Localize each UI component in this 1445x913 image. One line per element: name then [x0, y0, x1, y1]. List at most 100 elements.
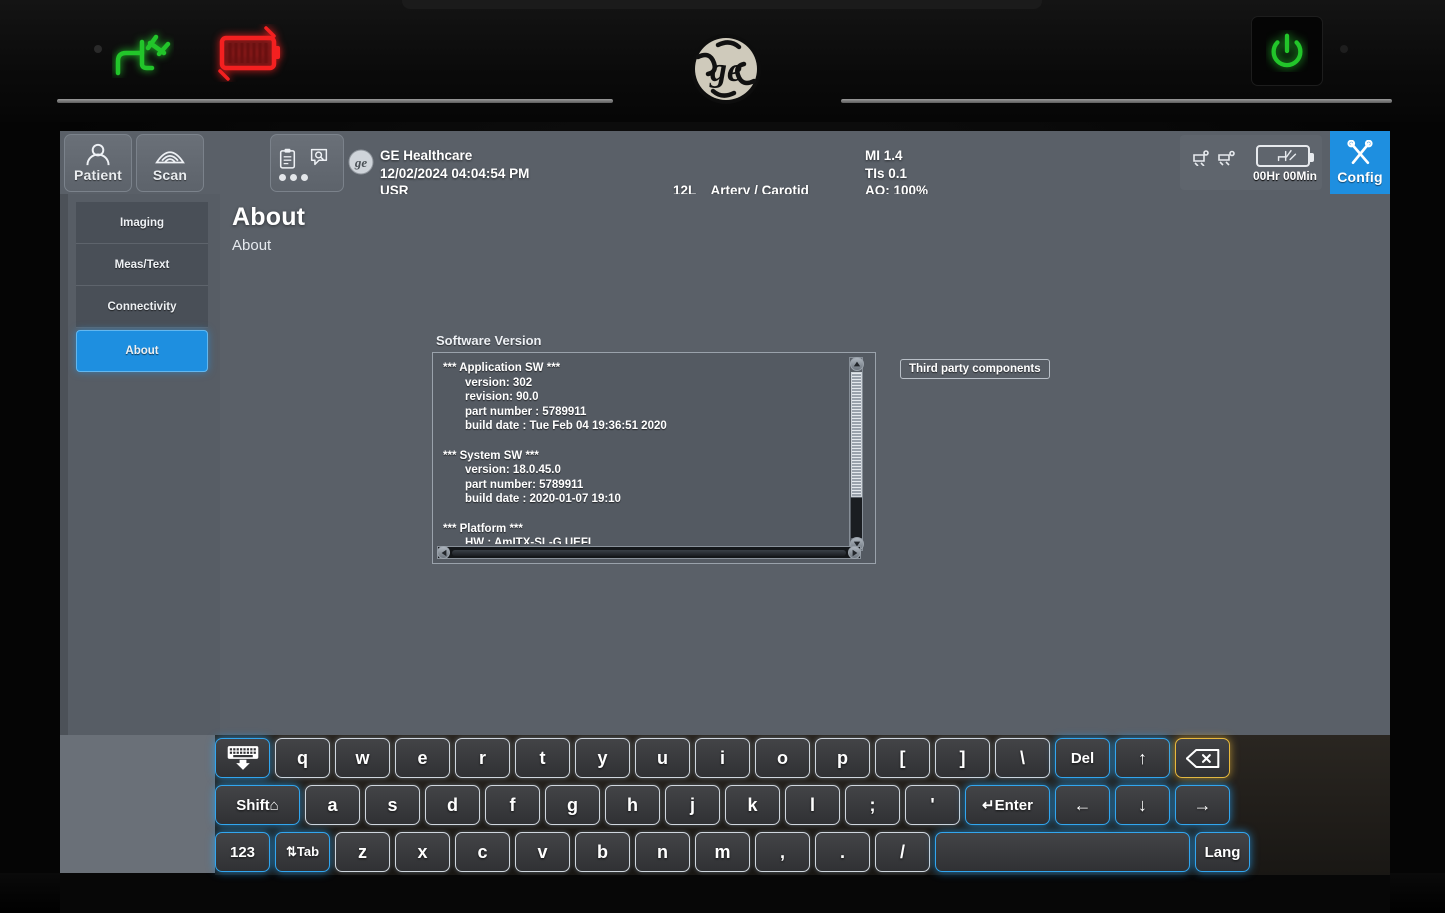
indicator-dot [94, 45, 102, 53]
key-shift[interactable]: Shift⌂ [215, 785, 300, 825]
key-11[interactable]: / [875, 832, 930, 872]
key-label: p [837, 747, 848, 768]
vertical-scrollbar[interactable] [849, 357, 864, 551]
bezel-notch [402, 0, 1042, 9]
tools-tile[interactable] [270, 134, 344, 192]
key-10[interactable]: . [815, 832, 870, 872]
key-12[interactable]: ] [935, 738, 990, 778]
key-v[interactable]: v [515, 832, 570, 872]
key-l[interactable]: l [785, 785, 840, 825]
hide-keyboard-icon [227, 746, 258, 770]
right-bezel [1390, 122, 1445, 913]
key-n[interactable]: n [635, 832, 690, 872]
key-label: n [657, 841, 668, 862]
key-a[interactable]: a [305, 785, 360, 825]
key-t[interactable]: t [515, 738, 570, 778]
key-lang[interactable]: Lang [1195, 832, 1250, 872]
key-label: v [537, 841, 548, 862]
space-key[interactable] [935, 832, 1190, 872]
key-k[interactable]: k [725, 785, 780, 825]
scrollbar-track[interactable] [851, 498, 862, 538]
scroll-right-icon[interactable] [848, 546, 861, 559]
scan-button[interactable]: Scan [136, 134, 204, 192]
key-u[interactable]: u [635, 738, 690, 778]
key-h[interactable]: h [605, 785, 660, 825]
key-p[interactable]: p [815, 738, 870, 778]
ge-logo: ge [688, 31, 764, 107]
ultrasound-probe-icon [155, 151, 185, 164]
key-s[interactable]: s [365, 785, 420, 825]
key-x[interactable]: x [395, 832, 450, 872]
key-13[interactable]: ← [1055, 785, 1110, 825]
key-10[interactable]: ; [845, 785, 900, 825]
key-15[interactable]: → [1175, 785, 1230, 825]
config-label: Config [1337, 169, 1383, 185]
sv-line: version: 302 [465, 376, 533, 389]
key-label: t [539, 747, 546, 768]
sidebar-item-connectivity[interactable]: Connectivity [76, 286, 208, 328]
sv-line: revision: 90.0 [465, 391, 539, 404]
key-label: 123 [229, 843, 256, 861]
patient-button[interactable]: Patient [64, 134, 132, 192]
key-label: Shift⌂ [236, 796, 279, 814]
clipboard-icon[interactable] [279, 148, 296, 169]
key-label: l [809, 794, 815, 815]
search-comment-icon[interactable] [310, 148, 328, 166]
config-button[interactable]: Config [1330, 131, 1390, 194]
software-version-text[interactable]: *** Application SW *** version: 302 revisi… [437, 357, 849, 544]
key-15[interactable]: ↑ [1115, 738, 1170, 778]
more-options-dots[interactable] [279, 173, 308, 181]
key-9[interactable]: , [755, 832, 810, 872]
key-label: Del [1070, 749, 1095, 767]
key-hide-keyboard[interactable] [215, 738, 270, 778]
scroll-left-icon[interactable] [437, 546, 450, 559]
horizontal-scrollbar[interactable] [437, 546, 861, 559]
sv-line: part number : 5789911 [465, 405, 587, 418]
key-label: w [355, 747, 370, 768]
key-123[interactable]: 123 [215, 832, 270, 872]
key-13[interactable]: \ [995, 738, 1050, 778]
key-label: ⇅Tab [285, 844, 320, 859]
key-i[interactable]: i [695, 738, 750, 778]
battery-time-remaining: 00Hr 00Min [1252, 169, 1318, 183]
third-party-components-button[interactable]: Third party components [900, 359, 1050, 379]
key-label: c [477, 841, 488, 862]
key-backspace[interactable] [1175, 738, 1230, 778]
sidebar-item-meas-text[interactable]: Meas/Text [76, 244, 208, 286]
key-e[interactable]: e [395, 738, 450, 778]
key-f[interactable]: f [485, 785, 540, 825]
key-label: z [358, 841, 367, 862]
ultrasound-device: ge Patient Scan ge GE Healthcare 12/02/2… [0, 0, 1445, 913]
key-label: / [899, 841, 905, 862]
key-m[interactable]: m [695, 832, 750, 872]
key-label: ↓ [1138, 794, 1147, 815]
key-c[interactable]: c [455, 832, 510, 872]
key-b[interactable]: b [575, 832, 630, 872]
power-button[interactable] [1251, 16, 1323, 86]
key-w[interactable]: w [335, 738, 390, 778]
key-label: h [627, 794, 638, 815]
key-tab[interactable]: ⇅Tab [275, 832, 330, 872]
key-z[interactable]: z [335, 832, 390, 872]
scrollbar-thumb[interactable] [851, 372, 862, 497]
key-label: q [297, 747, 308, 768]
key-r[interactable]: r [455, 738, 510, 778]
hscrollbar-track[interactable] [452, 550, 846, 556]
key-g[interactable]: g [545, 785, 600, 825]
key-11[interactable]: [ [875, 738, 930, 778]
key-d[interactable]: d [425, 785, 480, 825]
key-j[interactable]: j [665, 785, 720, 825]
sidebar-item-about[interactable]: About [76, 330, 208, 372]
scroll-up-icon[interactable] [850, 357, 864, 371]
key-enter[interactable]: ↵Enter [965, 785, 1050, 825]
sidebar-item-imaging[interactable]: Imaging [76, 202, 208, 244]
key-q[interactable]: q [275, 738, 330, 778]
key-del[interactable]: Del [1055, 738, 1110, 778]
key-14[interactable]: ↓ [1115, 785, 1170, 825]
sv-line: *** System SW *** [443, 449, 539, 462]
key-y[interactable]: y [575, 738, 630, 778]
key-o[interactable]: o [755, 738, 810, 778]
key-11[interactable]: ' [905, 785, 960, 825]
key-label: u [657, 747, 668, 768]
software-version-label: Software Version [436, 333, 542, 348]
